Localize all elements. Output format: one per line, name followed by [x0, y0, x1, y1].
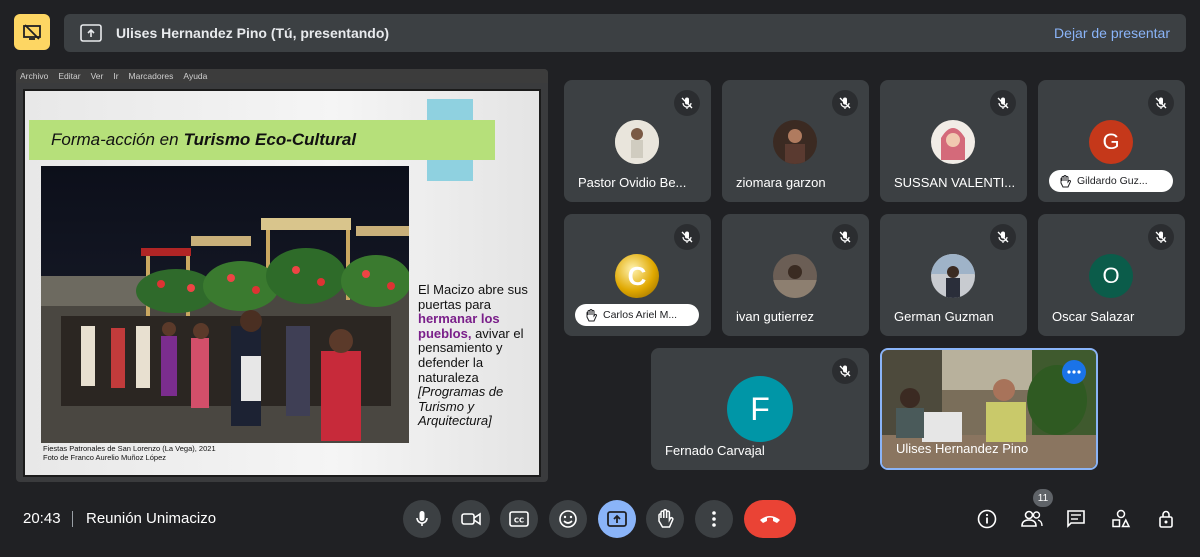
menu-editar[interactable]: Editar: [58, 71, 80, 81]
participant-name: Ulises Hernandez Pino: [896, 441, 1029, 456]
participant-name: ziomara garzon: [736, 175, 826, 190]
menu-ayuda[interactable]: Ayuda: [183, 71, 207, 81]
slide-photo: [41, 166, 409, 443]
hang-up-icon: [760, 516, 780, 523]
slide-body-text: El Macizo abre sus puertas para hermanar…: [418, 282, 528, 429]
participant-tile[interactable]: ziomara garzon: [722, 80, 869, 202]
participant-tile[interactable]: G Gildardo Guz...: [1038, 80, 1185, 202]
participant-name: Oscar Salazar: [1052, 309, 1135, 324]
raised-hand-chip: Carlos Ariel M...: [575, 304, 699, 326]
camera-button[interactable]: [452, 500, 490, 538]
avatar: [615, 120, 659, 164]
menu-marcadores[interactable]: Marcadores: [129, 71, 174, 81]
avatar: F: [727, 376, 793, 442]
avatar: [931, 120, 975, 164]
emoji-icon: [559, 510, 577, 528]
more-options-icon[interactable]: [1062, 360, 1086, 384]
avatar: C: [615, 254, 659, 298]
microphone-button[interactable]: [403, 500, 441, 538]
presenter-label: Ulises Hernandez Pino (Tú, presentando): [116, 25, 390, 41]
end-call-button[interactable]: [744, 500, 796, 538]
self-view-tile[interactable]: Ulises Hernandez Pino: [880, 348, 1098, 470]
participant-name: Fernado Carvajal: [665, 443, 765, 458]
slide: Forma-acción en Turismo Eco-Cultural Fie…: [25, 91, 539, 475]
avatar: O: [1089, 254, 1133, 298]
participant-count-badge: 11: [1033, 489, 1053, 507]
host-controls-button[interactable]: [1154, 507, 1178, 531]
mic-off-icon: [832, 224, 858, 250]
participant-name: German Guzman: [894, 309, 994, 324]
avatar: G: [1089, 120, 1133, 164]
slide-caption: Fiestas Patronales de San Lorenzo (La Ve…: [43, 444, 216, 462]
participant-tile[interactable]: F Fernado Carvajal: [651, 348, 869, 470]
shapes-icon: [1112, 509, 1131, 528]
participant-name: Gildardo Guz...: [1077, 175, 1148, 187]
raise-hand-button[interactable]: [646, 500, 684, 538]
chat-icon: [1067, 510, 1085, 528]
mic-off-icon: [1148, 224, 1174, 250]
raise-hand-icon: [658, 509, 674, 528]
clock: 20:43: [23, 510, 61, 527]
menu-ir[interactable]: Ir: [113, 71, 118, 81]
captions-icon: CC: [509, 511, 529, 527]
avatar: [773, 254, 817, 298]
participant-tile[interactable]: ivan gutierrez: [722, 214, 869, 336]
participant-tile[interactable]: C Carlos Ariel M...: [564, 214, 711, 336]
mic-off-icon: [832, 358, 858, 384]
mic-off-icon: [990, 90, 1016, 116]
menu-ver[interactable]: Ver: [91, 71, 104, 81]
activities-button[interactable]: [1109, 507, 1133, 531]
presenting-banner: Ulises Hernandez Pino (Tú, presentando) …: [64, 14, 1186, 52]
stop-presenting-button[interactable]: Dejar de presentar: [1054, 25, 1170, 41]
microphone-icon: [416, 511, 428, 526]
participant-tile[interactable]: SUSSAN VALENTI...: [880, 80, 1027, 202]
chat-button[interactable]: [1064, 507, 1088, 531]
slide-frame: Forma-acción en Turismo Eco-Cultural Fie…: [23, 89, 541, 477]
lock-person-icon: [1159, 510, 1173, 528]
raised-hand-chip: Gildardo Guz...: [1049, 170, 1173, 192]
participant-tile[interactable]: O Oscar Salazar: [1038, 214, 1185, 336]
meeting-details-button[interactable]: [975, 507, 999, 531]
more-vert-icon: [712, 511, 716, 527]
presentation-menubar: Archivo Editar Ver Ir Marcadores Ayuda: [16, 69, 548, 83]
avatar: [773, 120, 817, 164]
mic-off-icon: [674, 224, 700, 250]
mic-off-icon: [832, 90, 858, 116]
avatar: [931, 254, 975, 298]
present-screen-icon: [607, 511, 627, 527]
menu-archivo[interactable]: Archivo: [20, 71, 48, 81]
more-options-button[interactable]: [695, 500, 733, 538]
participant-name: Pastor Ovidio Be...: [578, 175, 687, 190]
info-icon: [977, 509, 997, 529]
participant-tile[interactable]: German Guzman: [880, 214, 1027, 336]
reactions-button[interactable]: [549, 500, 587, 538]
presentation-mode-icon[interactable]: [14, 14, 50, 50]
shared-screen: Archivo Editar Ver Ir Marcadores Ayuda F…: [16, 69, 548, 482]
slide-title: Forma-acción en Turismo Eco-Cultural: [29, 120, 495, 160]
people-button[interactable]: [1020, 507, 1044, 531]
raised-hand-icon: [1059, 174, 1071, 188]
mic-off-icon: [674, 90, 700, 116]
captions-button[interactable]: CC: [500, 500, 538, 538]
raised-hand-icon: [585, 308, 597, 322]
participant-name: Carlos Ariel M...: [603, 309, 678, 321]
meeting-name: Reunión Unimacizo: [86, 510, 217, 527]
present-screen-icon: [80, 24, 102, 42]
participant-name: ivan gutierrez: [736, 309, 815, 324]
present-now-button[interactable]: [598, 500, 636, 538]
people-icon: [1021, 510, 1043, 527]
mic-off-icon: [990, 224, 1016, 250]
participant-name: SUSSAN VALENTI...: [894, 175, 1016, 190]
svg-text:CC: CC: [514, 517, 524, 525]
mic-off-icon: [1148, 90, 1174, 116]
camera-icon: [461, 512, 481, 526]
participant-tile[interactable]: Pastor Ovidio Be...: [564, 80, 711, 202]
divider: [72, 511, 73, 527]
